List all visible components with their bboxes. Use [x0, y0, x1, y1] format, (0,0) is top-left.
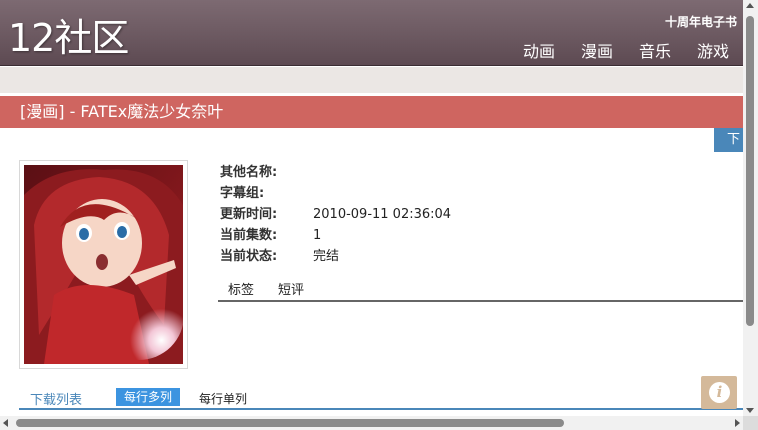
horizontal-scroll-thumb[interactable] — [16, 419, 564, 427]
info-label: 其他名称: — [220, 165, 278, 180]
info-label: 字幕组: — [220, 186, 265, 201]
download-tab[interactable]: 下 — [714, 128, 743, 152]
scroll-left-icon[interactable] — [3, 419, 8, 427]
site-logo[interactable]: 12社区 — [8, 14, 129, 62]
info-icon: i — [709, 382, 730, 403]
cover-image — [19, 160, 188, 369]
anime-cover-image — [24, 165, 183, 364]
info-button[interactable]: i — [701, 376, 737, 409]
vertical-scrollbar[interactable] — [743, 0, 758, 416]
info-label: 更新时间: — [220, 207, 278, 222]
info-panel: 其他名称: 字幕组: 更新时间: 2010-09-11 02:36:04 当前集… — [220, 163, 451, 268]
info-label: 当前集数: — [220, 228, 278, 243]
info-row-subgroup: 字幕组: — [220, 184, 451, 205]
nav-item-games[interactable]: 游戏 — [697, 38, 729, 62]
info-value: 2010-09-11 02:36:04 — [313, 207, 452, 222]
detail-tabs: 标签 短评 — [218, 281, 743, 302]
info-row-alias: 其他名称: — [220, 163, 451, 184]
download-list-header: 下载列表 每行多列 每行单列 — [19, 386, 743, 410]
site-header: 12社区 十周年电子书 动画 漫画 音乐 游戏 — [0, 0, 743, 66]
nav-item-music[interactable]: 音乐 — [639, 38, 671, 62]
anniversary-ebook-link[interactable]: 十周年电子书 — [665, 13, 737, 30]
info-row-updated: 更新时间: 2010-09-11 02:36:04 — [220, 205, 451, 226]
scrollbar-corner — [743, 416, 758, 430]
info-label: 当前状态: — [220, 249, 278, 264]
tab-tags[interactable]: 标签 — [228, 281, 254, 300]
info-row-status: 当前状态: 完结 — [220, 247, 451, 268]
download-list-label[interactable]: 下载列表 — [30, 389, 82, 408]
vertical-scroll-thumb[interactable] — [746, 16, 754, 326]
info-row-episodes: 当前集数: 1 — [220, 226, 451, 247]
info-value: 1 — [313, 228, 322, 243]
info-value: 完结 — [313, 249, 340, 264]
sub-bar — [0, 67, 743, 93]
multi-column-button[interactable]: 每行多列 — [116, 388, 181, 406]
scroll-up-icon[interactable] — [746, 3, 754, 8]
single-column-button[interactable]: 每行单列 — [199, 390, 247, 407]
main-nav: 动画 漫画 音乐 游戏 — [523, 38, 729, 62]
page-title: [漫画] - FATEx魔法少女奈叶 — [0, 96, 743, 128]
tab-reviews[interactable]: 短评 — [278, 281, 304, 300]
horizontal-scrollbar[interactable] — [0, 416, 743, 430]
nav-item-manga[interactable]: 漫画 — [581, 38, 613, 62]
nav-item-anime[interactable]: 动画 — [523, 38, 555, 62]
scroll-down-icon[interactable] — [746, 408, 754, 413]
scroll-right-icon[interactable] — [735, 419, 740, 427]
